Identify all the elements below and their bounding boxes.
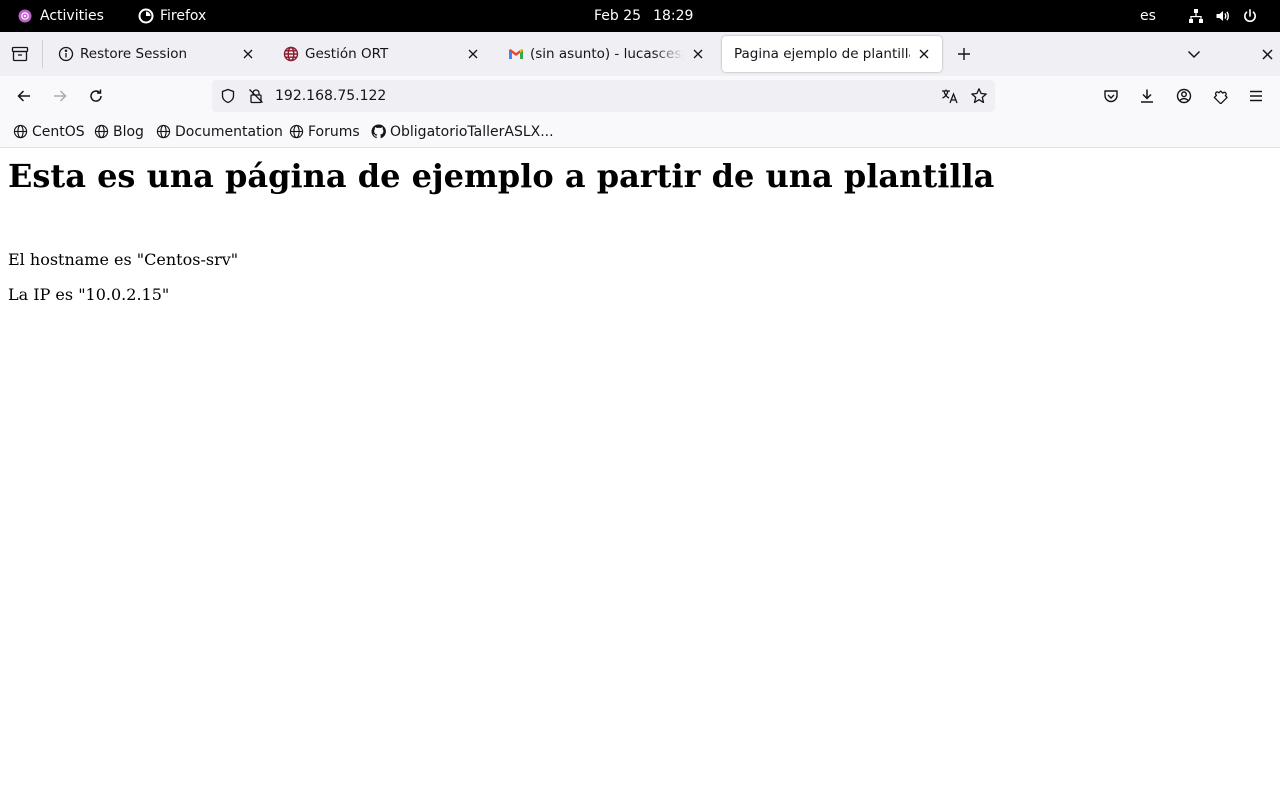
page-content: Esta es una página de ejemplo a partir d… — [0, 148, 1280, 800]
activities-button[interactable]: Activities — [18, 0, 104, 32]
ip-text: La IP es "10.0.2.15" — [8, 285, 170, 304]
gnome-logo-icon — [18, 9, 32, 23]
list-all-tabs-button[interactable] — [1183, 43, 1205, 65]
back-button[interactable] — [12, 84, 36, 108]
bookmark-blog[interactable]: Blog — [94, 116, 144, 147]
tab-pagina-ejemplo[interactable]: Pagina ejemplo de plantilla — [722, 36, 942, 72]
firefox-icon — [138, 8, 154, 24]
chevron-down-icon — [1187, 49, 1201, 59]
bookmark-forums[interactable]: Forums — [289, 116, 360, 147]
bookmark-obligatorio[interactable]: ObligatorioTallerASLX... — [371, 116, 554, 147]
translate-icon[interactable] — [941, 88, 959, 104]
puzzle-piece-icon — [1212, 88, 1228, 104]
app-menu-label: Firefox — [160, 8, 207, 24]
tab-gmail[interactable]: (sin asunto) - lucascespedes — [496, 36, 716, 72]
pocket-icon — [1103, 88, 1119, 104]
gnome-top-bar: Activities Firefox Feb 25 18:29 es — [0, 0, 1280, 32]
clock[interactable]: Feb 25 18:29 — [594, 0, 693, 32]
tab-restore-session[interactable]: Restore Session — [46, 36, 266, 72]
account-icon — [1176, 88, 1192, 104]
download-icon — [1139, 88, 1155, 104]
tab-title: Gestión ORT — [305, 46, 389, 62]
volume-icon — [1215, 8, 1231, 24]
tab-title: Restore Session — [80, 46, 188, 62]
hamburger-menu-icon — [1248, 88, 1264, 104]
bookmark-label: ObligatorioTallerASLX... — [390, 123, 554, 140]
keyboard-layout-label: es — [1140, 8, 1156, 24]
firefox-view-button[interactable] — [8, 43, 32, 65]
bookmark-centos[interactable]: CentOS — [13, 116, 85, 147]
close-icon — [1261, 48, 1273, 60]
reload-icon — [88, 88, 104, 104]
pocket-button[interactable] — [1099, 84, 1123, 108]
tab-strip: Restore Session Gestión ORT (sin asunto)… — [0, 32, 1280, 76]
window-close-button[interactable] — [1256, 43, 1278, 65]
insecure-connection-icon[interactable] — [248, 88, 264, 104]
globe-icon — [156, 124, 171, 139]
globe-icon — [283, 46, 299, 62]
app-menu-button[interactable] — [1244, 84, 1268, 108]
tab-title: (sin asunto) - lucascespedes — [530, 46, 684, 62]
close-tab-icon[interactable] — [690, 46, 706, 62]
tab-gestion-ort[interactable]: Gestión ORT — [271, 36, 491, 72]
plus-icon — [957, 47, 971, 61]
close-tab-icon[interactable] — [465, 46, 481, 62]
close-tab-icon[interactable] — [240, 46, 256, 62]
network-wired-icon — [1188, 8, 1204, 24]
activities-label: Activities — [40, 8, 104, 24]
bookmark-label: Forums — [308, 123, 360, 140]
bookmark-label: Documentation — [175, 123, 283, 140]
new-tab-button[interactable] — [953, 43, 975, 65]
github-icon — [371, 124, 386, 139]
globe-icon — [13, 124, 28, 139]
tab-strip-divider — [42, 40, 43, 68]
account-button[interactable] — [1172, 84, 1196, 108]
hostname-text: El hostname es "Centos-srv" — [8, 250, 239, 269]
bookmarks-toolbar: CentOS Blog Documentation Forums Obligat… — [0, 116, 1280, 148]
clock-date: Feb 25 — [594, 8, 642, 24]
clock-time: 18:29 — [653, 8, 694, 24]
arrow-left-icon — [16, 88, 32, 104]
gmail-icon — [508, 46, 524, 62]
tab-title: Pagina ejemplo de plantilla — [734, 46, 910, 62]
url-bar[interactable]: 192.168.75.122 — [212, 80, 995, 112]
url-text: 192.168.75.122 — [275, 88, 387, 104]
power-icon — [1242, 8, 1258, 24]
navigation-toolbar: 192.168.75.122 — [0, 76, 1280, 116]
arrow-right-icon — [52, 88, 68, 104]
app-menu-firefox[interactable]: Firefox — [138, 0, 206, 32]
bookmark-star-icon[interactable] — [970, 87, 988, 105]
info-icon — [58, 46, 74, 62]
system-status-menu[interactable] — [1188, 0, 1258, 32]
bookmark-label: CentOS — [32, 123, 85, 140]
tracking-protection-shield-icon[interactable] — [220, 88, 236, 104]
firefox-view-icon — [11, 46, 29, 62]
globe-icon — [94, 124, 109, 139]
bookmark-documentation[interactable]: Documentation — [156, 116, 283, 147]
forward-button[interactable] — [48, 84, 72, 108]
globe-icon — [289, 124, 304, 139]
extensions-button[interactable] — [1208, 84, 1232, 108]
downloads-button[interactable] — [1135, 84, 1159, 108]
close-tab-icon[interactable] — [916, 46, 932, 62]
page-heading: Esta es una página de ejemplo a partir d… — [8, 157, 995, 195]
bookmark-label: Blog — [113, 123, 144, 140]
reload-button[interactable] — [84, 84, 108, 108]
keyboard-layout-indicator[interactable]: es — [1140, 0, 1156, 32]
